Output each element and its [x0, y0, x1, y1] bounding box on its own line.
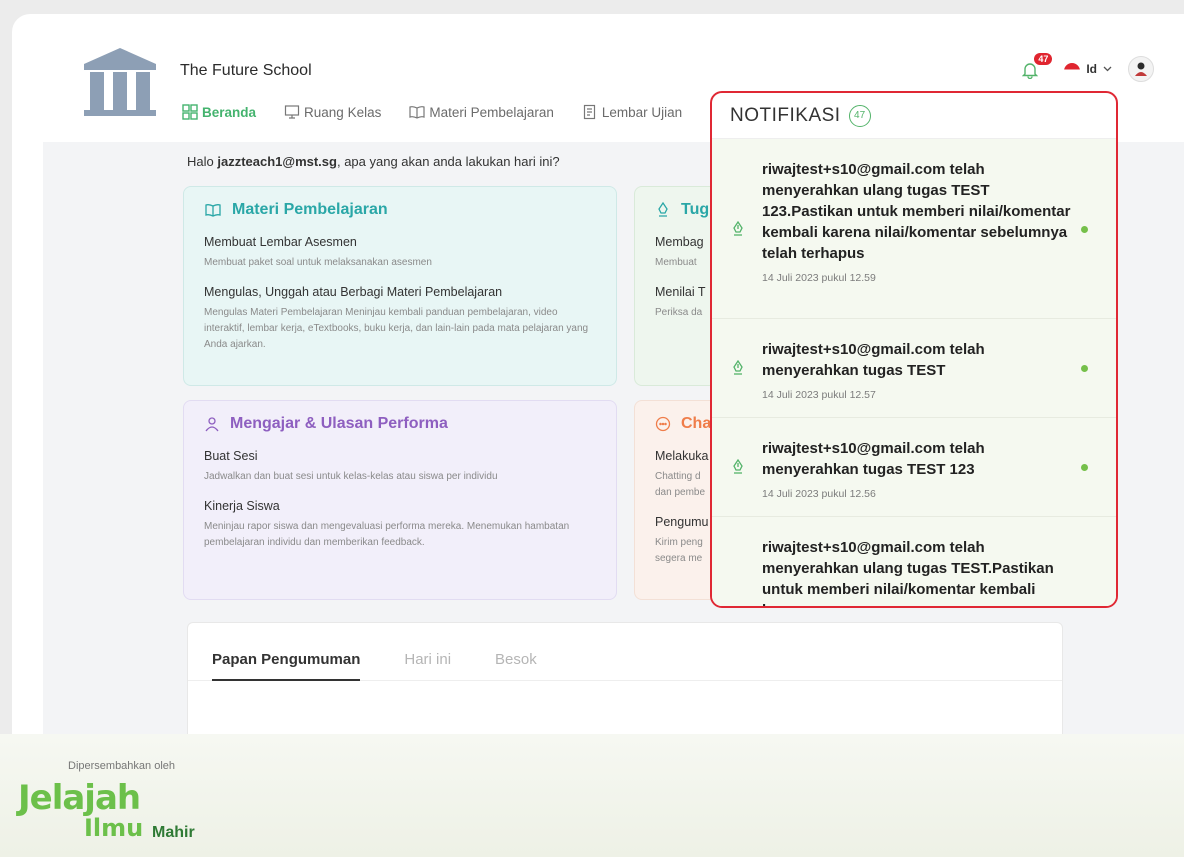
- brand-logo-text: Jelajah: [18, 778, 141, 818]
- pen-icon: [658, 202, 668, 217]
- card-materi-pembelajaran[interactable]: Materi Pembelajaran Membuat Lembar Asesm…: [183, 186, 617, 386]
- nav-item-beranda[interactable]: Beranda: [182, 104, 256, 120]
- card-item-title[interactable]: Mengulas, Unggah atau Berbagi Materi Pem…: [204, 285, 596, 299]
- notification-header: NOTIFIKASI 47: [712, 93, 1116, 139]
- nav-item-lembar-ujian[interactable]: Lembar Ujian: [582, 104, 682, 120]
- notification-title: NOTIFIKASI: [730, 104, 841, 126]
- notification-message: riwajtest+s10@gmail.com telah menyerahka…: [762, 539, 1054, 606]
- card-item-title[interactable]: Membuat Lembar Asesmen: [204, 235, 596, 249]
- notification-item[interactable]: riwajtest+s10@gmail.com telah menyerahka…: [712, 139, 1116, 319]
- card-mengajar-ulasan[interactable]: Mengajar & Ulasan Performa Buat Sesi Jad…: [183, 400, 617, 600]
- notification-time: 14 Juli 2023 pukul 12.59: [762, 272, 876, 284]
- book-icon: [205, 204, 221, 217]
- language-selector[interactable]: Id: [1064, 62, 1112, 76]
- notification-message: riwajtest+s10@gmail.com telah menyerahka…: [762, 161, 1071, 262]
- notification-item[interactable]: riwajtest+s10@gmail.com telah menyerahka…: [712, 517, 1116, 606]
- card-title: Mengajar & Ulasan Performa: [204, 415, 616, 433]
- language-label: Id: [1086, 62, 1097, 76]
- nav-label: Ruang Kelas: [304, 104, 382, 120]
- user-avatar[interactable]: [1128, 56, 1154, 82]
- chevron-down-icon: [1103, 66, 1112, 72]
- notification-item[interactable]: riwajtest+s10@gmail.com telah menyerahka…: [712, 418, 1116, 517]
- notification-button[interactable]: 47: [1022, 53, 1053, 81]
- brand-logo-text: Mahir: [152, 824, 195, 841]
- book-icon: [409, 106, 425, 119]
- notification-count-badge: 47: [848, 104, 871, 127]
- pen-icon: [733, 220, 743, 236]
- school-name: The Future School: [180, 62, 312, 79]
- notification-count-badge: 47: [1034, 53, 1053, 65]
- tab-papan-pengumuman[interactable]: Papan Pengumuman: [212, 651, 361, 681]
- nav-item-materi[interactable]: Materi Pembelajaran: [409, 104, 554, 120]
- unread-dot: [1081, 365, 1088, 372]
- greeting-text: Halo jazzteach1@mst.sg, apa yang akan an…: [187, 154, 560, 169]
- notification-message: riwajtest+s10@gmail.com telah menyerahka…: [762, 341, 985, 379]
- nav-label: Lembar Ujian: [601, 104, 683, 120]
- card-item-desc: Membuat paket soal untuk melaksanakan as…: [204, 257, 432, 268]
- chat-icon: [655, 416, 671, 432]
- teacher-icon: [205, 417, 219, 432]
- card-item-desc: Mengulas Materi Pembelajaran Meninjau ke…: [204, 307, 589, 350]
- powered-by-text: Dipersembahkan oleh: [68, 760, 176, 772]
- pen-icon: [733, 360, 743, 375]
- announcement-tabs: Papan Pengumuman Hari ini Besok: [188, 623, 1062, 681]
- notification-list[interactable]: riwajtest+s10@gmail.com telah menyerahka…: [712, 139, 1116, 606]
- grid-icon: [182, 104, 198, 120]
- unread-dot: [1081, 464, 1088, 471]
- document-icon: [583, 104, 596, 120]
- card-item-desc: Meninjau rapor siswa dan mengevaluasi pe…: [204, 521, 570, 548]
- brand-logo-text: Ilmu: [84, 814, 144, 842]
- nav-item-ruang-kelas[interactable]: Ruang Kelas: [284, 104, 381, 120]
- notification-time: 14 Juli 2023 pukul 12.57: [762, 389, 876, 401]
- notification-message: riwajtest+s10@gmail.com telah menyerahka…: [762, 440, 985, 478]
- school-logo: [84, 48, 156, 116]
- user-email: jazzteach1@mst.sg: [217, 154, 337, 169]
- nav-label: Materi Pembelajaran: [429, 104, 554, 120]
- unread-dot: [1081, 225, 1088, 233]
- tab-hari-ini[interactable]: Hari ini: [404, 651, 451, 680]
- avatar-icon: [1135, 62, 1147, 76]
- main-nav: Beranda Ruang Kelas Materi Pembelajaran …: [182, 104, 682, 120]
- footer: Dipersembahkan oleh Jelajah Ilmu Mahir: [0, 734, 1184, 857]
- monitor-icon: [284, 105, 300, 119]
- card-item-title[interactable]: Buat Sesi: [204, 449, 596, 463]
- card-item-desc: Jadwalkan dan buat sesi untuk kelas-kela…: [204, 471, 498, 482]
- notification-time: 14 Juli 2023 pukul 12.56: [762, 488, 876, 500]
- card-title: Materi Pembelajaran: [204, 201, 616, 219]
- pen-icon: [733, 459, 743, 474]
- header-actions: 47 Id: [1022, 53, 1154, 82]
- notification-panel: NOTIFIKASI 47 riwajtest+s10@gmail.com te…: [710, 91, 1118, 608]
- card-item-title[interactable]: Kinerja Siswa: [204, 499, 596, 513]
- tab-besok[interactable]: Besok: [495, 651, 537, 680]
- notification-item[interactable]: riwajtest+s10@gmail.com telah menyerahka…: [712, 319, 1116, 418]
- nav-label: Beranda: [202, 104, 257, 120]
- indonesia-flag-icon: [1064, 63, 1081, 75]
